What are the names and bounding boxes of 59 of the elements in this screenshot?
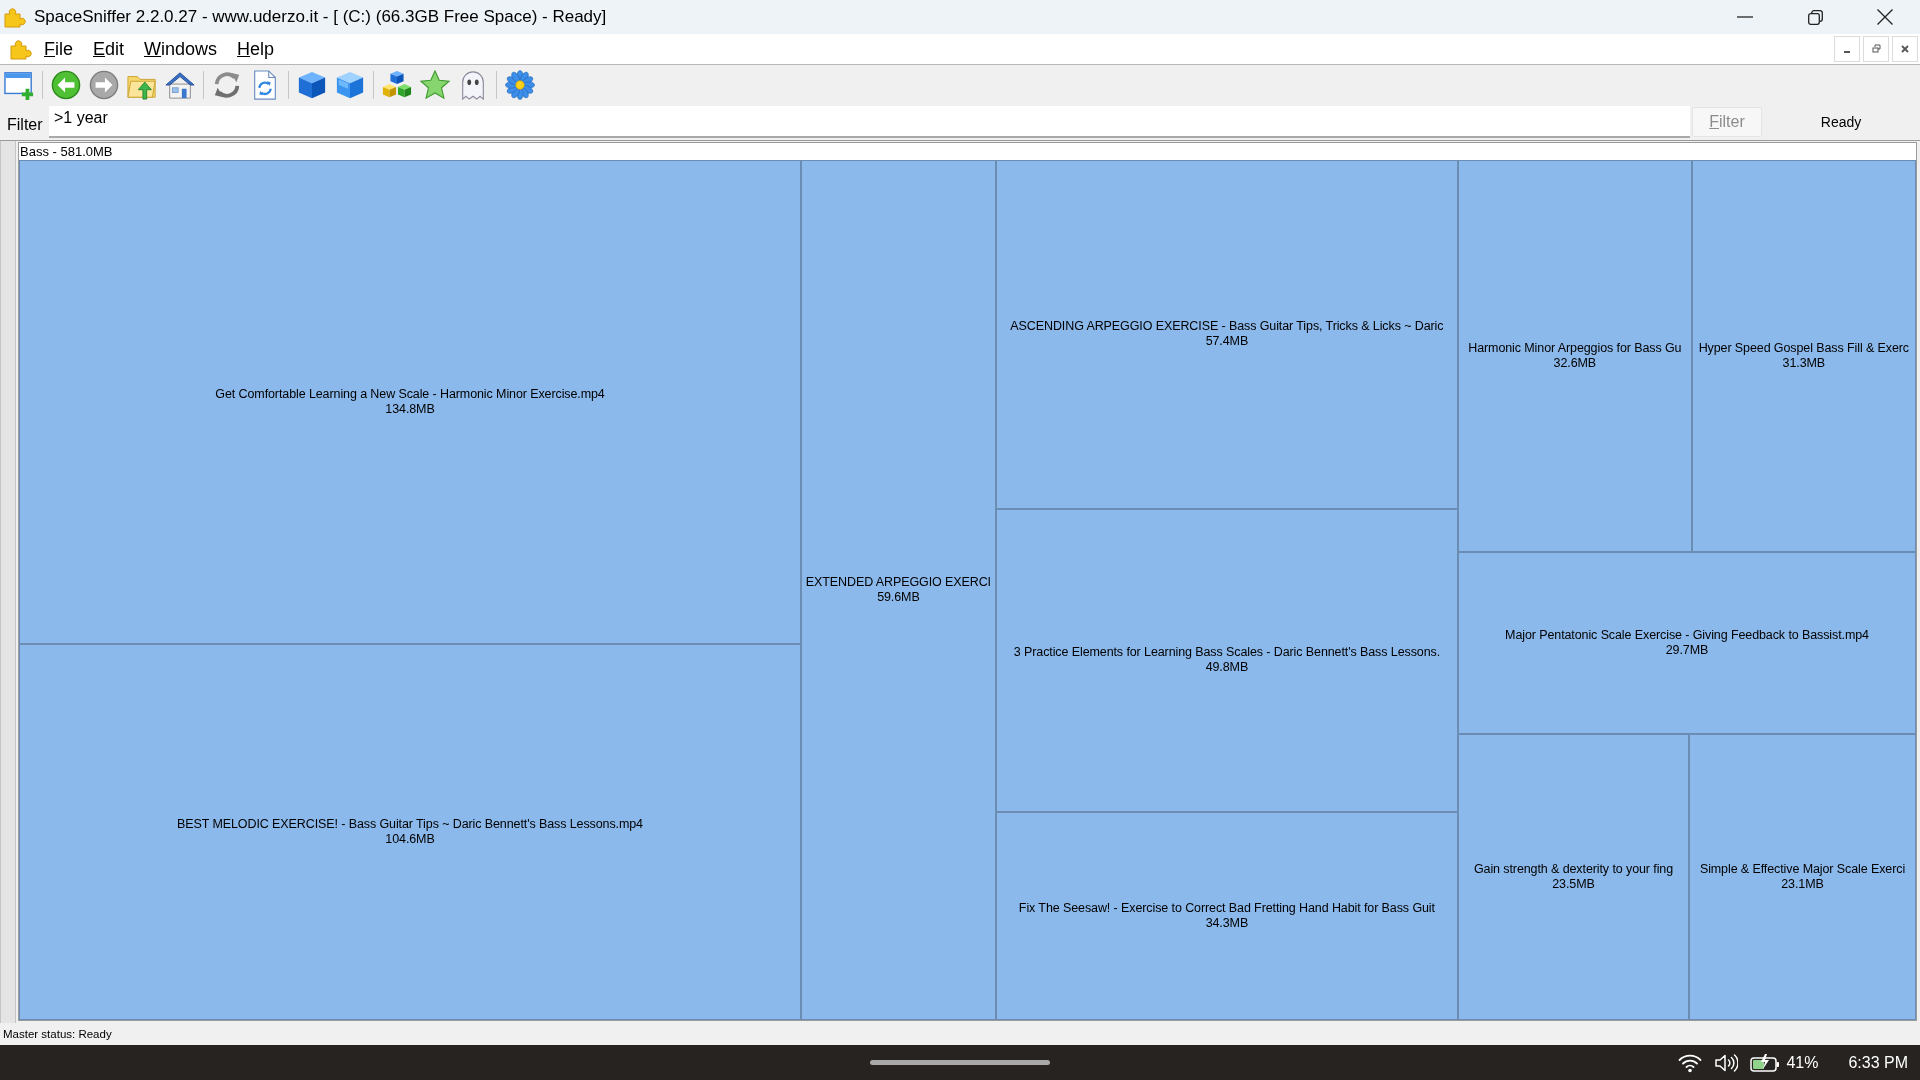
file-name: Hyper Speed Gospel Bass Fill & Exerc — [1698, 341, 1909, 356]
file-size: 49.8MB — [1205, 660, 1249, 676]
flower-icon[interactable] — [505, 69, 535, 100]
restore-icon[interactable] — [1807, 9, 1823, 25]
treemap-tile[interactable]: Harmonic Minor Arpeggios for Bass Gu 32.6MB — [1458, 160, 1692, 552]
close-icon[interactable] — [1877, 9, 1893, 25]
refresh-icon[interactable] — [212, 69, 242, 100]
file-name: Get Comfortable Learning a New Scale - Harmonic Minor Exercise.mp4 — [215, 387, 605, 403]
menu-item[interactable]: Windows — [134, 36, 228, 62]
menu-item[interactable]: File — [34, 36, 83, 62]
clock-time[interactable]: 6:33 PM — [1848, 1053, 1908, 1072]
file-size: 31.3MB — [1782, 356, 1826, 371]
status-text: Ready — [1820, 114, 1862, 130]
filter-field[interactable]: >1 year — [49, 106, 1690, 138]
stacked-cubes-icon[interactable] — [382, 69, 412, 100]
file-size: 34.3MB — [1205, 915, 1249, 931]
treemap-tile[interactable]: Fix The Seesaw! - Exercise to Correct Bad Fretting Hand Habit for Bass Guit 34.3MB — [995, 811, 1458, 1020]
file-name: Simple & Effective Major Scale Exerci — [1699, 862, 1906, 878]
file-name: EXTENDED ARPEGGIO EXERCI — [805, 575, 991, 590]
file-name: Gain strength & dexterity to your fing — [1473, 862, 1674, 878]
file-size: 32.6MB — [1553, 356, 1597, 371]
file-size: 23.1MB — [1781, 877, 1824, 893]
filter-label: Filter — [6, 116, 44, 134]
file-name: Fix The Seesaw! - Exercise to Correct Bad Fretting Hand Habit for Bass Guit — [1018, 900, 1435, 916]
wifi-icon[interactable] — [1678, 1052, 1703, 1073]
battery-percent: 41% — [1786, 1053, 1819, 1072]
treemap-tile[interactable]: Get Comfortable Learning a New Scale - Harmonic Minor Exercise.mp4 134.8MB — [19, 160, 802, 645]
cube-icon[interactable] — [335, 69, 365, 100]
window-title: SpaceSniffer 2.2.0.27 - www.uderzo.it - [ (C:) (66.3GB Free Space) - Ready] — [34, 7, 608, 27]
new-window-icon[interactable] — [4, 69, 34, 100]
star-icon[interactable] — [420, 69, 450, 100]
battery-charging-icon[interactable] — [1750, 1052, 1781, 1073]
speaker-icon[interactable] — [1714, 1052, 1739, 1073]
file-name: Harmonic Minor Arpeggios for Bass Gu — [1468, 341, 1682, 356]
file-size: 29.7MB — [1665, 643, 1709, 659]
file-size: 134.8MB — [385, 402, 435, 418]
file-size: 104.6MB — [385, 832, 435, 848]
file-name: ASCENDING ARPEGGIO EXERCISE - Bass Guitar Tips, Tricks & Licks ~ Daric — [1010, 319, 1444, 335]
house-icon[interactable] — [165, 69, 195, 100]
treemap-tile[interactable]: ASCENDING ARPEGGIO EXERCISE - Bass Guitar Tips, Tricks & Licks ~ Daric 57.4MB — [995, 160, 1458, 509]
file-name: Major Pentatonic Scale Exercise - Giving Feedback to Bassist.mp4 — [1505, 628, 1869, 644]
menu-item[interactable]: Help — [227, 36, 285, 62]
menu-item[interactable]: Edit — [83, 36, 135, 62]
file-size: 23.5MB — [1552, 877, 1595, 893]
file-size: 57.4MB — [1205, 334, 1249, 350]
treemap-tile[interactable]: BEST MELODIC EXERCISE! - Bass Guitar Tips ~ Daric Bennett's Bass Lessons.mp4 104.6MB — [19, 644, 802, 1020]
treemap-tile[interactable]: 3 Practice Elements for Learning Bass Scales - Daric Bennett's Bass Lessons. 49.8MB — [995, 508, 1458, 812]
treemap-tile[interactable]: EXTENDED ARPEGGIO EXERCI 59.6MB — [801, 160, 996, 1020]
folder-header: Bass - 581.0MB — [19, 143, 113, 160]
puzzle-piece-icon — [4, 6, 26, 28]
status-bar-text: Master status: Ready — [3, 1028, 112, 1040]
cube-icon[interactable] — [297, 69, 327, 100]
file-name: BEST MELODIC EXERCISE! - Bass Guitar Tips ~ Daric Bennett's Bass Lessons.mp4 — [177, 817, 643, 833]
treemap-tile[interactable]: Major Pentatonic Scale Exercise - Giving Feedback to Bassist.mp4 29.7MB — [1458, 551, 1916, 735]
file-size: 59.6MB — [877, 590, 920, 605]
treemap-tile[interactable]: Simple & Effective Major Scale Exerci 23.1MB — [1688, 734, 1916, 1020]
treemap-tile[interactable]: Gain strength & dexterity to your fing 23.5MB — [1458, 734, 1689, 1020]
file-name: 3 Practice Elements for Learning Bass Scales - Daric Bennett's Bass Lessons. — [1013, 645, 1440, 661]
treemap-tile[interactable]: Hyper Speed Gospel Bass Fill & Exerc 31.3MB — [1691, 160, 1916, 552]
